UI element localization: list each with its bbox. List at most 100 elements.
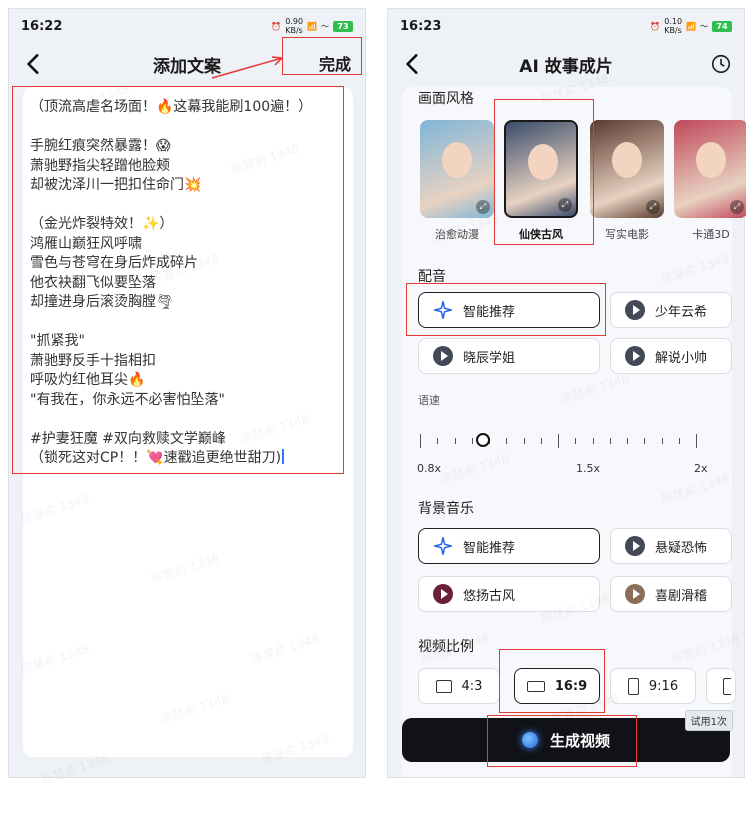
status-time: 16:23 [400,18,442,34]
script-line: 鸿雁山巅狂风呼啸 [30,235,142,252]
style-label: 仙侠古风 [519,228,563,241]
slider-tick [609,438,611,444]
style-label: 写实电影 [605,228,649,241]
music-smart-recommend[interactable]: 智能推荐 [418,528,600,564]
back-arrow-icon[interactable] [400,51,426,77]
script-blank-line [30,410,330,430]
alarm-icon: ⏰ [271,21,282,31]
expand-icon[interactable]: ⤢ [730,200,744,214]
music-section-title: 背景音乐 [418,501,474,517]
ratio-4-3[interactable]: 4:3 [418,668,500,704]
script-line: 呼吸灼红他耳尖🔥 [30,372,146,388]
wifi-icon: 〜 [700,21,708,31]
script-line: （锁死这对CP！！💘速戳追更绝世甜刀) [30,449,330,469]
music-label: 悬疑恐怖 [655,540,708,556]
voice-label: 智能推荐 [463,304,516,320]
ratio-label: 16:9 [554,678,588,694]
script-line: 却被沈泽川一把扣住命门💥 [30,177,202,193]
script-line: （金光炸裂特效！✨） [30,216,174,232]
page-title: 添加文案 [153,56,221,77]
music-ancient-melody[interactable]: 悠扬古风 [418,576,600,612]
slider-tick [644,438,646,444]
speed-max-label: 2x [694,462,708,475]
script-line: 雪色与苍穹在身后炸成碎片 [30,255,198,271]
slider-tick [575,438,577,444]
page-title: AI 故事成片 [519,56,613,77]
alarm-icon: ⏰ [650,21,661,31]
ratio-label: 9:16 [648,678,679,694]
nav-bar: AI 故事成片 [388,43,744,85]
script-blank-line [30,118,330,138]
expand-icon[interactable]: ⤢ [476,200,490,214]
ratio-more[interactable] [706,668,736,704]
expand-icon[interactable]: ⤢ [558,198,572,212]
voice-shaonian-yunxi[interactable]: 少年云希 [610,292,732,328]
done-button[interactable]: 完成 [319,51,351,75]
script-line: 他衣袂翻飞似要坠落 [30,274,156,291]
script-blank-line [30,196,330,216]
portrait-face [696,142,726,178]
slider-tick [420,434,421,448]
slider-tick [627,438,628,444]
music-suspense[interactable]: 悬疑恐怖 [610,528,732,564]
ratio-more-icon [723,677,731,695]
expand-icon[interactable]: ⤢ [646,200,660,214]
signal-icon: 📶 [686,21,696,31]
voice-jieshuo-xiaoshuai[interactable]: 解说小帅 [610,338,732,374]
music-comedy[interactable]: 喜剧滑稽 [610,576,732,612]
battery-icon: 73 [333,20,353,32]
style-thumbnail: ⤢ [420,120,494,218]
script-line: 手腕红痕突然暴露！😱 [30,138,171,154]
network-speed: 0.90 KB/s [285,17,304,35]
style-section-title: 画面风格 [418,91,474,107]
voice-section-title: 配音 [418,269,446,285]
slider-knob[interactable] [476,433,491,447]
portrait-face [442,142,472,178]
speed-slider[interactable] [420,428,708,458]
ratio-16-9[interactable]: 16:9 [514,668,600,704]
style-card[interactable]: ⤢ 卡通3D [674,120,746,242]
play-icon [625,300,645,320]
status-icons: ⏰ 0.90 KB/s 📶 〜 73 [271,17,353,35]
slider-tick [558,434,559,448]
script-line: #护妻狂魔 #双向救赎文学巅峰 [30,430,226,447]
voice-label: 解说小帅 [655,350,708,366]
status-bar: 16:23 ⏰ 0.10 KB/s 📶 〜 74 [388,9,744,43]
generate-label: 生成视频 [549,731,610,750]
ratio-9-16-icon [627,677,639,695]
slider-tick [696,434,697,448]
ratio-9-16[interactable]: 9:16 [610,668,696,704]
style-label: 治愈动漫 [435,228,479,241]
status-bar: 16:22 ⏰ 0.90 KB/s 📶 〜 73 [9,9,365,43]
play-icon [625,536,645,556]
ratio-16-9-icon [526,680,545,692]
style-card[interactable]: ⤢ 写实电影 [590,120,664,242]
voice-smart-recommend[interactable]: 智能推荐 [418,292,600,328]
style-card[interactable]: ⤢ 仙侠古风 [504,120,578,242]
style-thumbnail: ⤢ [674,120,746,218]
play-icon [625,584,645,604]
voice-xiaochen-xuejie[interactable]: 晓辰学姐 [418,338,600,374]
voice-label: 少年云希 [655,304,708,320]
ratio-4-3-icon [435,679,452,693]
script-text[interactable]: （顶流高虐名场面！🔥这幕我能刷100遍！） 手腕红痕突然暴露！😱 萧驰野指尖轻蹭他脸… [30,98,330,469]
voice-label: 晓辰学姐 [463,350,516,366]
slider-tick [592,438,594,444]
history-clock-icon[interactable] [710,53,732,75]
script-line: 却撞进身后滚烫胸膛🌪 [30,294,174,310]
slider-tick [678,438,680,444]
speed-section-title: 语速 [418,394,440,407]
style-card[interactable]: ⤢ 治愈动漫 [420,120,494,242]
trial-badge: 试用1次 [684,710,733,731]
back-arrow-icon[interactable] [21,51,47,77]
play-icon [625,346,645,366]
generate-video-button[interactable]: 生成视频 [402,718,730,762]
speed-mid-label: 1.5x [576,462,601,475]
status-time: 16:22 [21,18,63,34]
portrait-face [612,142,642,178]
text-caret [282,449,285,464]
script-line: 萧驰野指尖轻蹭他脸颊 [30,157,170,174]
script-line: "有我在，你永远不必害怕坠落" [30,391,225,408]
slider-tick [661,438,663,444]
play-icon [433,584,453,604]
